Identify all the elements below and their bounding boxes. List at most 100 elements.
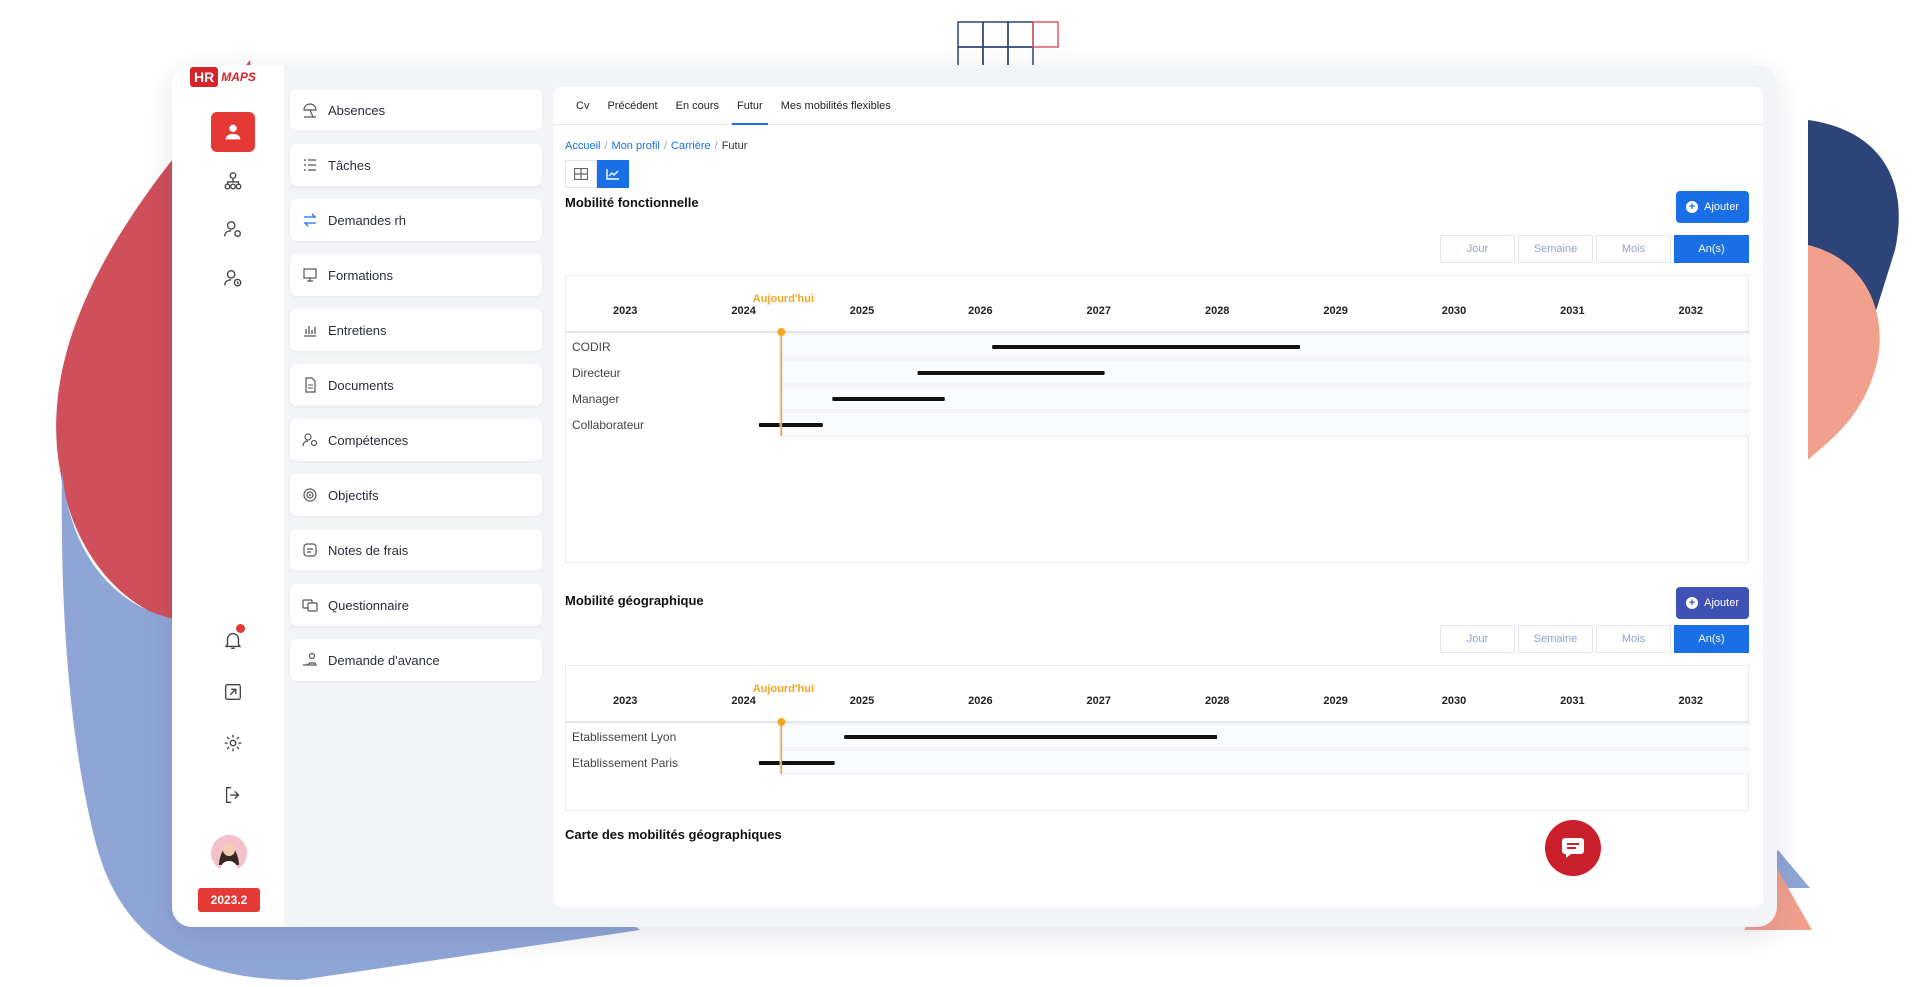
year-tick-label: 2027 — [1087, 695, 1111, 707]
scale-option-1[interactable]: Semaine — [1518, 625, 1593, 653]
hand-coin-icon — [302, 652, 318, 668]
module-label: Compétences — [328, 432, 409, 448]
rail-notifications-button[interactable] — [211, 620, 255, 660]
gantt-bar[interactable] — [832, 397, 945, 401]
gantt-row-label: Etablissement Paris — [572, 756, 678, 770]
breadcrumb-carriere[interactable]: Carrière — [671, 140, 711, 152]
breadcrumb-current: Futur — [721, 140, 748, 152]
app-window: HR MAPS 2023.2 Absences Tâches Demandes … — [172, 65, 1777, 927]
module-objectifs[interactable]: Objectifs — [290, 474, 542, 516]
gantt-svg: 2023 2024 2025 2026 2027 2028 2029 2030 2031 2032… — [566, 683, 1750, 775]
module-label: Objectifs — [328, 487, 379, 503]
year-tick-label: 2025 — [850, 695, 874, 707]
year-tick-label: 2030 — [1442, 305, 1466, 317]
module-label: Demandes rh — [328, 212, 407, 228]
module-documents[interactable]: Documents — [290, 364, 542, 406]
breadcrumb-separator: / — [604, 140, 608, 152]
add-functional-button[interactable]: + Ajouter — [1676, 191, 1749, 223]
tab-3[interactable]: Futur — [728, 87, 772, 125]
year-tick-label: 2023 — [613, 305, 637, 317]
year-tick-label: 2023 — [613, 695, 637, 707]
gantt-row-label: Collaborateur — [572, 418, 644, 432]
user-settings-icon — [224, 220, 242, 238]
module-absences[interactable]: Absences — [290, 89, 542, 131]
beach-umbrella-icon — [302, 102, 318, 118]
exchange-icon — [302, 212, 318, 228]
breadcrumb-accueil[interactable]: Accueil — [565, 140, 600, 152]
modules-list: Absences Tâches Demandes rh Formations Entre… — [290, 89, 542, 694]
module-questionnaire[interactable]: Questionnaire — [290, 584, 542, 626]
chat-button[interactable] — [1545, 820, 1601, 876]
main-panel: Cv Précédent En cours Futur Mes mobilités fl… — [553, 87, 1763, 907]
year-tick-label: 2032 — [1679, 695, 1703, 707]
module-label: Documents — [328, 377, 394, 393]
receipt-icon — [302, 542, 318, 558]
scale-option-2[interactable]: Mois — [1596, 235, 1671, 263]
tab-2[interactable]: En cours — [667, 87, 728, 124]
module-label: Absences — [328, 102, 386, 118]
gantt-bar[interactable] — [917, 371, 1105, 375]
plus-icon: + — [1686, 201, 1699, 213]
logout-icon — [225, 786, 240, 804]
avatar[interactable] — [211, 835, 247, 871]
module-label: Questionnaire — [328, 597, 409, 613]
gantt-row-label: Etablissement Lyon — [572, 730, 676, 744]
module-formations[interactable]: Formations — [290, 254, 542, 296]
add-geographic-label: Ajouter — [1704, 597, 1739, 609]
functional-mobility-title: Mobilité fonctionnelle — [565, 195, 699, 210]
training-icon — [302, 267, 318, 283]
year-tick-label: 2028 — [1205, 305, 1229, 317]
module-label: Formations — [328, 267, 394, 283]
year-tick-label: 2025 — [850, 305, 874, 317]
notification-dot — [236, 624, 245, 633]
tab-1[interactable]: Précédent — [598, 87, 666, 124]
brand-maps: MAPS — [221, 70, 256, 84]
scale-option-0[interactable]: Jour — [1440, 625, 1515, 653]
module-taches[interactable]: Tâches — [290, 144, 542, 186]
scale-option-1[interactable]: Semaine — [1518, 235, 1593, 263]
rail-org-chart-button[interactable] — [211, 161, 255, 201]
module-notes-de-frais[interactable]: Notes de frais — [290, 529, 542, 571]
breadcrumb-mon-profil[interactable]: Mon profil — [612, 140, 660, 152]
scale-option-0[interactable]: Jour — [1440, 235, 1515, 263]
rail-user-settings-button[interactable] — [211, 209, 255, 249]
tab-4[interactable]: Mes mobilités flexibles — [772, 87, 900, 124]
table-view-button[interactable] — [565, 160, 597, 188]
gantt-bar[interactable] — [844, 735, 1218, 739]
geographic-mobility-title: Mobilité géographique — [565, 593, 704, 608]
rail-user-clock-button[interactable] — [211, 258, 255, 298]
today-marker — [777, 718, 786, 726]
gantt-row-label: CODIR — [572, 340, 611, 354]
gantt-bar[interactable] — [992, 345, 1300, 349]
career-tabs: Cv Précédent En cours Futur Mes mobilités fl… — [553, 87, 1763, 125]
scale-option-3[interactable]: An(s) — [1674, 625, 1749, 653]
rail-user-button[interactable] — [211, 112, 255, 152]
plus-icon: + — [1686, 597, 1699, 609]
gantt-bar[interactable] — [758, 423, 823, 427]
rail-external-link-button[interactable] — [211, 672, 255, 712]
rail-settings-button[interactable] — [211, 723, 255, 763]
tab-0[interactable]: Cv — [567, 87, 598, 124]
module-demandes-rh[interactable]: Demandes rh — [290, 199, 542, 241]
module-competences[interactable]: Compétences — [290, 419, 542, 461]
rail-logout-button[interactable] — [211, 775, 255, 815]
geographic-map-title: Carte des mobilités géographiques — [565, 827, 782, 842]
scale-option-3[interactable]: An(s) — [1674, 235, 1749, 263]
chart-view-button[interactable] — [597, 160, 629, 188]
module-demande-d-avance[interactable]: Demande d'avance — [290, 639, 542, 681]
gantt-bar[interactable] — [758, 761, 835, 765]
scale-option-2[interactable]: Mois — [1596, 625, 1671, 653]
breadcrumb-separator: / — [663, 140, 667, 152]
gantt-row-label: Directeur — [572, 366, 621, 380]
gantt-row-band — [779, 411, 1750, 437]
document-icon — [302, 377, 318, 393]
year-tick-label: 2029 — [1323, 695, 1347, 707]
geographic-gantt: 2023 2024 2025 2026 2027 2028 2029 2030 2031 2032… — [565, 665, 1750, 811]
add-geographic-button[interactable]: + Ajouter — [1676, 587, 1749, 619]
year-tick-label: 2026 — [968, 695, 992, 707]
gear-icon — [224, 734, 242, 752]
module-entretiens[interactable]: Entretiens — [290, 309, 542, 351]
year-tick-label: 2029 — [1323, 305, 1347, 317]
today-label: Aujourd'hui — [753, 293, 814, 305]
avatar-icon — [211, 835, 247, 871]
